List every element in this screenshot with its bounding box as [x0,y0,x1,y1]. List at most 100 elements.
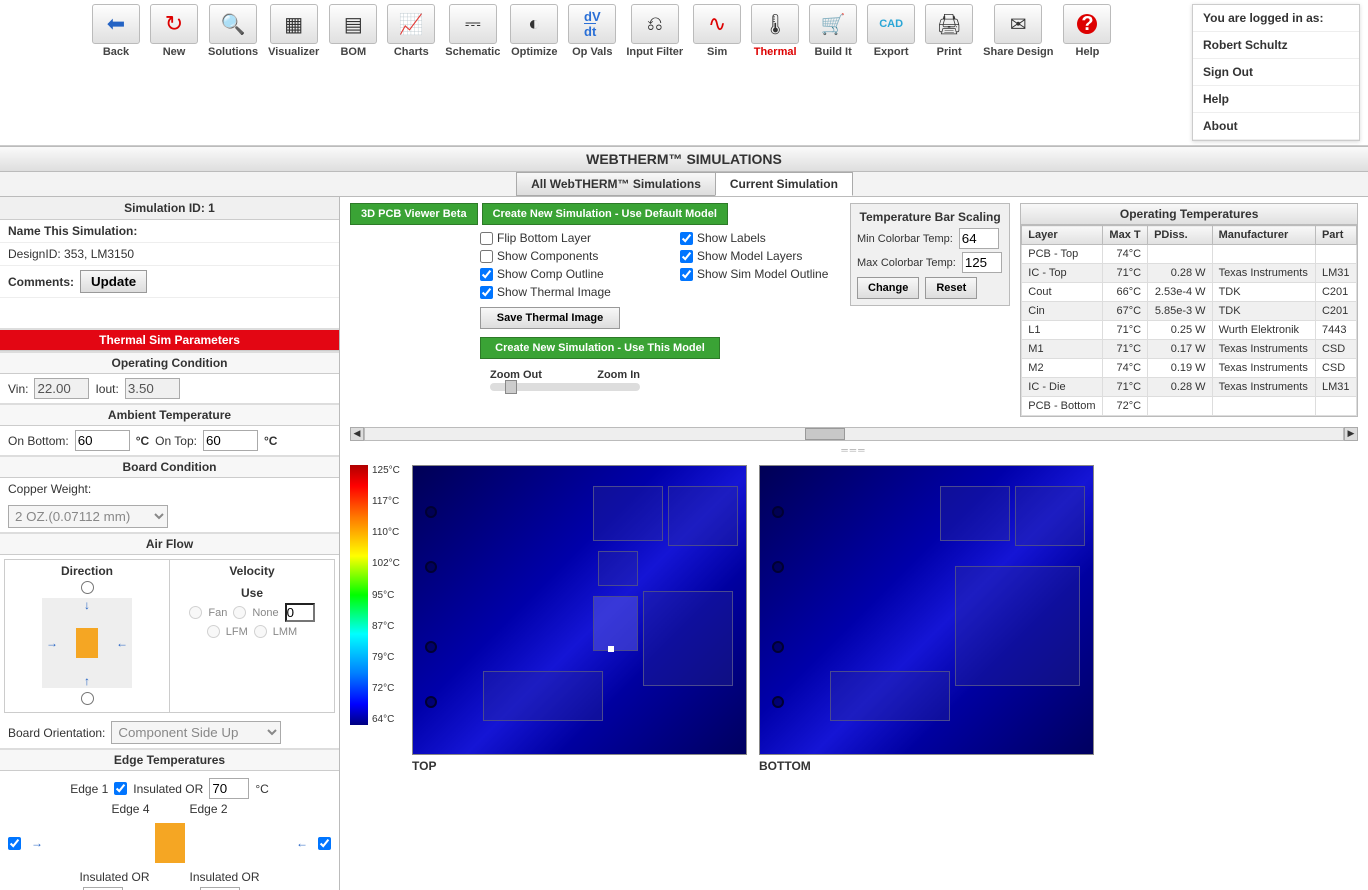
comments-label: Comments: [8,275,74,289]
toolbar-sim[interactable]: ∿Sim [689,4,745,58]
table-row[interactable]: Cout66°C2.53e-4 WTDKC201 [1022,283,1357,302]
toolbar-help[interactable]: ?Help [1059,4,1115,58]
vin-input[interactable] [34,378,89,399]
tabs: All WebTHERM™ Simulations Current Simula… [0,172,1368,197]
toolbar-op-vals[interactable]: dVdtOp Vals [564,4,620,58]
zoom-slider[interactable] [490,383,640,391]
bottom-temp-input[interactable] [75,430,130,451]
table-row[interactable]: PCB - Top74°C [1022,245,1357,264]
show-components-check[interactable] [480,250,493,263]
toolbar-input-filter[interactable]: ⎌Input Filter [622,4,687,58]
build-it-icon: 🛒 [809,4,857,44]
show-comp-outline-check[interactable] [480,268,493,281]
dir-radio-bottom[interactable] [81,692,94,705]
bottom-label: BOTTOM [759,759,811,773]
sign-out-link[interactable]: Sign Out [1193,59,1359,86]
tab-current-simulation[interactable]: Current Simulation [715,172,853,196]
charts-icon: 📈 [387,4,435,44]
orientation-label: Board Orientation: [8,726,105,740]
create-default-button[interactable]: Create New Simulation - Use Default Mode… [482,203,728,225]
thermal-top-view[interactable] [412,465,747,755]
lfm-radio[interactable] [207,625,220,638]
table-row[interactable]: PCB - Bottom72°C [1022,397,1357,416]
edge2-checkbox[interactable] [318,837,331,850]
show-sim-outline-check[interactable] [680,268,693,281]
toolbar-back[interactable]: ⬅Back [88,4,144,58]
horizontal-scrollbar[interactable]: ◀ ▶ [350,427,1358,441]
table-row[interactable]: IC - Die71°C0.28 WTexas InstrumentsLM31 [1022,378,1357,397]
max-colorbar-input[interactable] [962,252,1002,273]
flip-bottom-check[interactable] [480,232,493,245]
show-labels-check[interactable] [680,232,693,245]
ambient-header: Ambient Temperature [0,403,339,426]
about-link[interactable]: About [1193,113,1359,140]
op-temps-table: Layer Max T PDiss. Manufacturer Part PCB… [1021,225,1357,416]
optimize-icon: ◐ [510,4,558,44]
pcb-viewer-button[interactable]: 3D PCB Viewer Beta [350,203,478,225]
velocity-label: Velocity [174,564,330,578]
toolbar-build-it[interactable]: 🛒Build It [805,4,861,58]
toolbar-optimize[interactable]: ◐Optimize [506,4,562,58]
center-panel: 3D PCB Viewer Beta Create New Simulation… [340,197,1368,890]
table-row[interactable]: M171°C0.17 WTexas InstrumentsCSD [1022,340,1357,359]
thermal-icon: 🌡 [751,4,799,44]
tab-all-simulations[interactable]: All WebTHERM™ Simulations [516,172,716,196]
left-panel: Simulation ID: 1 Name This Simulation: D… [0,197,340,890]
use-label: Use [174,586,330,600]
toolbar-bom[interactable]: ▤BOM [325,4,381,58]
table-row[interactable]: Cin67°C5.85e-3 WTDKC201 [1022,302,1357,321]
min-colorbar-input[interactable] [959,228,999,249]
toolbar-share-design[interactable]: ✉Share Design [979,4,1057,58]
schematic-icon: ⎓ [449,4,497,44]
copper-weight-select[interactable]: 2 OZ.(0.07112 mm) [8,505,168,528]
toolbar-visualizer[interactable]: ▦Visualizer [264,4,323,58]
top-label: TOP [412,759,436,773]
scroll-left-arrow[interactable]: ◀ [350,427,364,441]
orientation-select[interactable]: Component Side Up [111,721,281,744]
thermal-bottom-view[interactable] [759,465,1094,755]
toolbar-thermal[interactable]: 🌡Thermal [747,4,803,58]
solutions-icon: 🔍 [209,4,257,44]
login-label: You are logged in as: [1193,5,1359,32]
create-this-button[interactable]: Create New Simulation - Use This Model [480,337,720,359]
toolbar-schematic[interactable]: ⎓Schematic [441,4,504,58]
colorbar: 125°C117°C110°C102°C95°C87°C79°C72°C64°C [350,465,400,735]
top-temp-input[interactable] [203,430,258,451]
scroll-right-arrow[interactable]: ▶ [1344,427,1358,441]
fan-radio[interactable] [189,606,202,619]
none-radio[interactable] [233,606,246,619]
show-model-layers-check[interactable] [680,250,693,263]
change-button[interactable]: Change [857,277,919,299]
lmm-radio[interactable] [254,625,267,638]
airflow-header: Air Flow [0,532,339,555]
edge1-value[interactable] [209,778,249,799]
splitter-handle[interactable]: ═══ [340,445,1368,455]
thermal-params-header: Thermal Sim Parameters [0,328,339,351]
toolbar-export[interactable]: CADExport [863,4,919,58]
op-temps-panel: Operating Temperatures Layer Max T PDiss… [1020,203,1358,417]
bottom-temp-label: On Bottom: [8,434,69,448]
reset-button[interactable]: Reset [925,277,977,299]
table-row[interactable]: M274°C0.19 WTexas InstrumentsCSD [1022,359,1357,378]
iout-input[interactable] [125,378,180,399]
toolbar-solutions[interactable]: 🔍Solutions [204,4,262,58]
toolbar-new[interactable]: ↻New [146,4,202,58]
main-toolbar: ⬅Back↻New🔍Solutions▦Visualizer▤BOM📈Chart… [0,0,1368,146]
edge1-checkbox[interactable] [114,782,127,795]
dir-radio-top[interactable] [81,581,94,594]
save-thermal-button[interactable]: Save Thermal Image [480,307,620,329]
visualizer-icon: ▦ [270,4,318,44]
update-button[interactable]: Update [80,270,147,293]
vin-label: Vin: [8,382,28,396]
help-link[interactable]: Help [1193,86,1359,113]
op-vals-icon: dVdt [568,4,616,44]
toolbar-print[interactable]: 🖨Print [921,4,977,58]
table-row[interactable]: L171°C0.25 WWurth Elektronik7443 [1022,321,1357,340]
velocity-input[interactable] [285,603,315,622]
table-row[interactable]: IC - Top71°C0.28 WTexas InstrumentsLM31 [1022,264,1357,283]
show-thermal-check[interactable] [480,286,493,299]
toolbar-charts[interactable]: 📈Charts [383,4,439,58]
edge1-label: Edge 1 [70,782,108,796]
edge4-checkbox[interactable] [8,837,21,850]
edge4-label: Edge 4 [111,802,149,816]
